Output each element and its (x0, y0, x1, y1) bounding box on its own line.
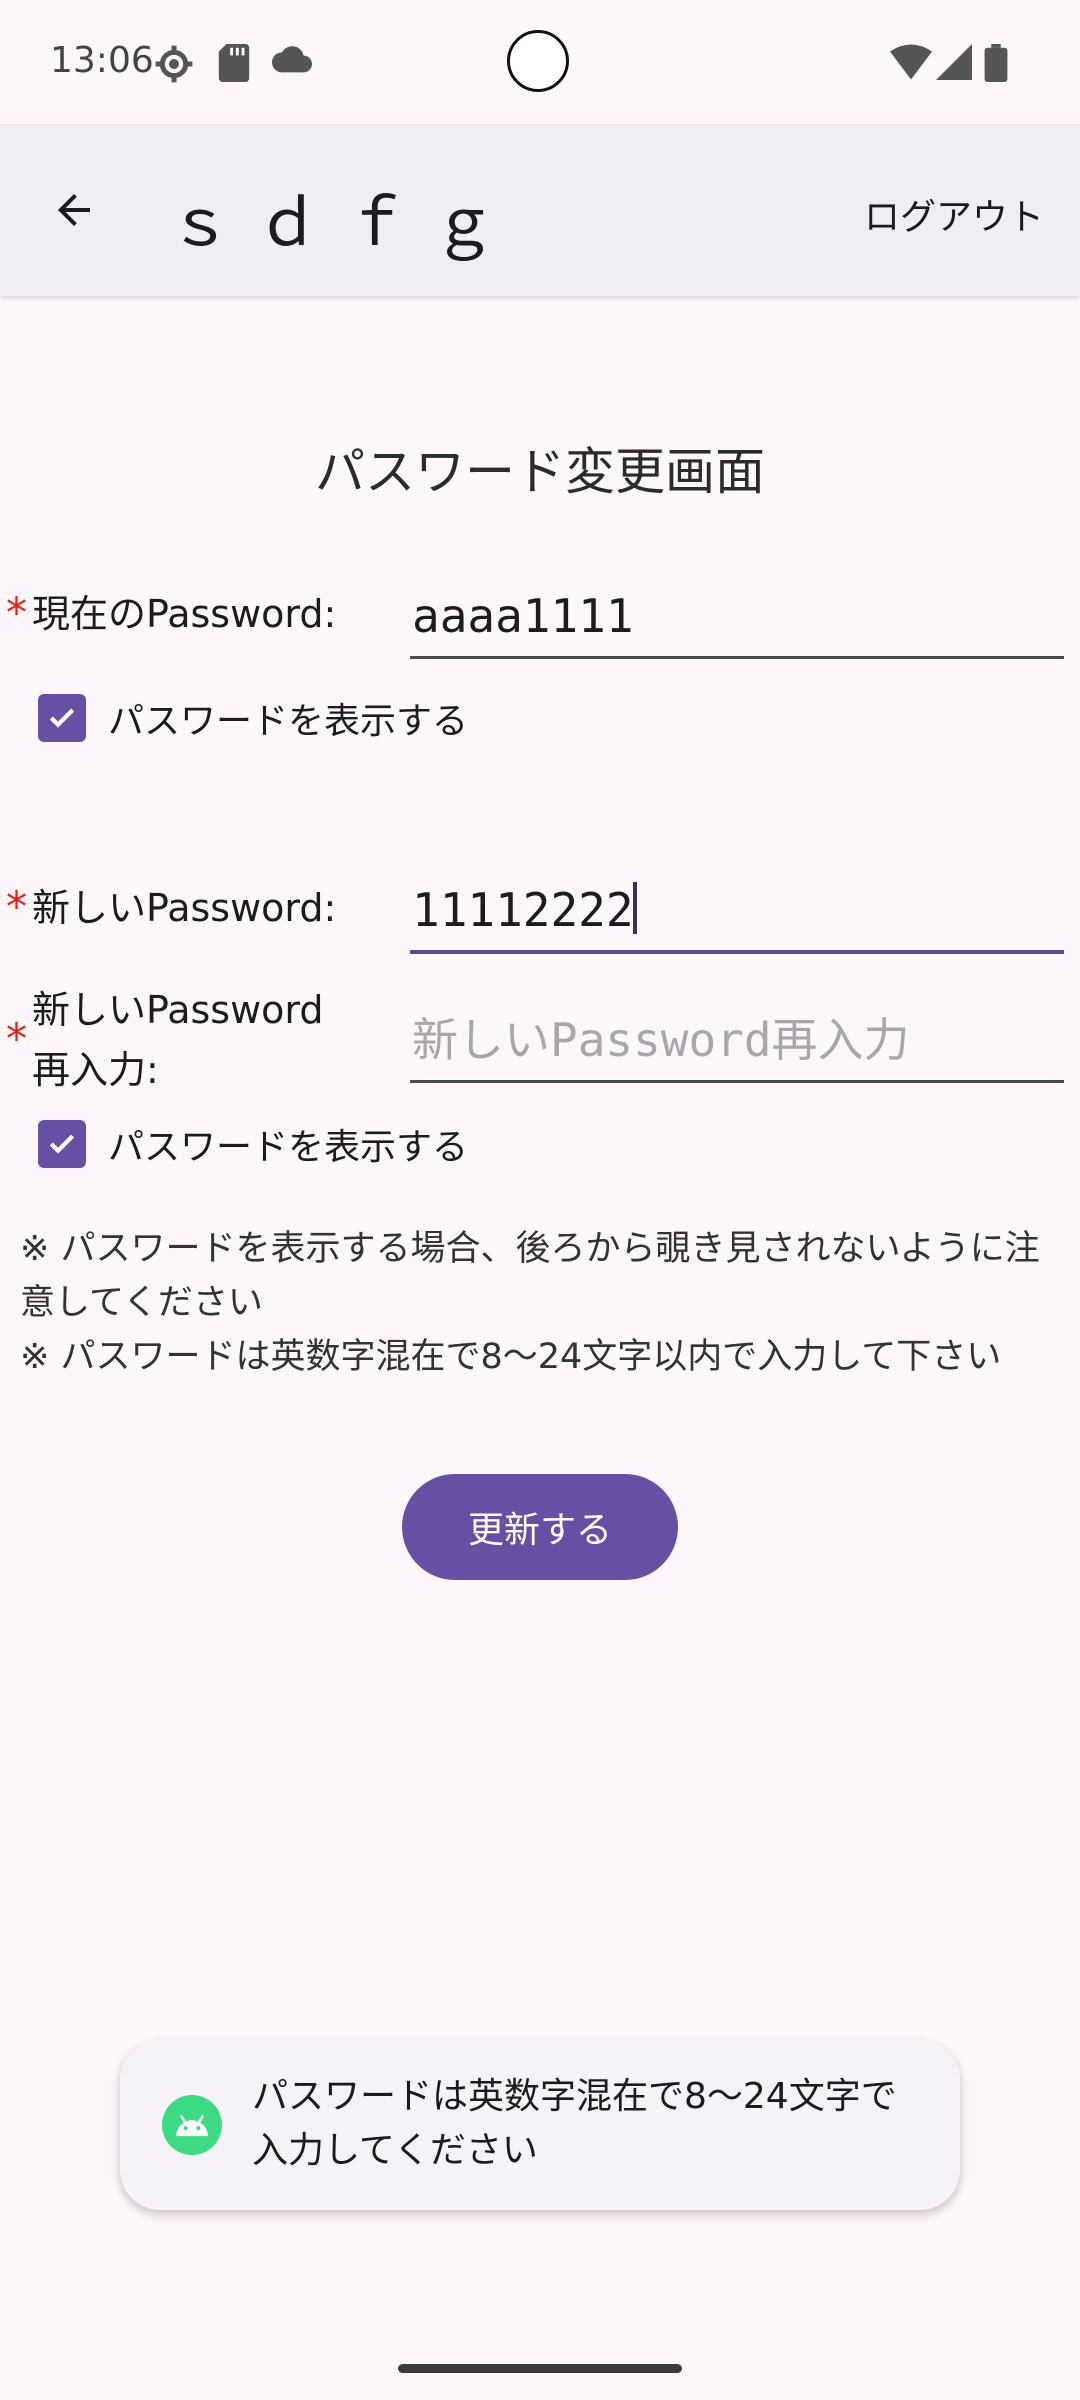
current-password-input[interactable] (410, 576, 1064, 656)
back-button[interactable] (32, 168, 116, 252)
settings-gear-icon (155, 45, 193, 83)
required-mark: * (6, 588, 27, 637)
confirm-password-input[interactable] (410, 1000, 1064, 1080)
cloud-icon (272, 46, 312, 73)
android-icon (162, 2095, 222, 2155)
wifi-icon (890, 44, 932, 80)
status-bar: 13:06 (0, 0, 1080, 124)
camera-cutout (507, 30, 569, 92)
toast-message: パスワードは英数字混在で8〜24文字で入力してください (252, 2076, 897, 2171)
checkbox-checked-icon[interactable] (38, 694, 86, 742)
show-password-label: パスワードを表示する (108, 1127, 469, 1168)
cellular-signal-icon (936, 44, 972, 80)
new-password-label: 新しいPassword: (32, 886, 337, 930)
current-password-field[interactable] (410, 576, 1064, 659)
confirm-password-label-line1: 新しいPassword (32, 988, 324, 1032)
confirm-password-label: 新しいPassword 再入力: (32, 980, 324, 1100)
required-mark: * (6, 882, 27, 931)
page-title: パスワード変更画面 (315, 443, 765, 501)
new-password-input[interactable] (410, 870, 1064, 950)
note-item: ※ パスワードを表示する場合、後ろから覗き見されないように注意してください (20, 1229, 1040, 1323)
home-indicator[interactable] (398, 2364, 682, 2373)
toast: パスワードは英数字混在で8〜24文字で入力してください (120, 2040, 960, 2210)
note-item: ※ パスワードは英数字混在で8〜24文字以内で入力して下さい (20, 1337, 1002, 1377)
arrow-back-icon (58, 194, 90, 226)
confirm-password-field[interactable] (410, 1000, 1064, 1083)
text-cursor (633, 882, 637, 934)
show-password-label: パスワードを表示する (108, 701, 469, 742)
new-password-field[interactable] (410, 870, 1064, 954)
required-mark: * (6, 1014, 27, 1063)
sd-card-icon (218, 44, 250, 82)
app-bar: ｓｄｆｇ ログアウト (0, 124, 1080, 296)
app-title: ｓｄｆｇ (168, 187, 520, 261)
current-password-label: 現在のPassword: (32, 592, 337, 636)
battery-icon (984, 44, 1008, 82)
update-button[interactable]: 更新する (402, 1474, 678, 1580)
show-password-checkbox-1[interactable]: パスワードを表示する (38, 690, 468, 746)
confirm-password-label-line2: 再入力: (32, 1048, 159, 1092)
notes: ※ パスワードを表示する場合、後ろから覗き見されないように注意してください ※ … (20, 1222, 1070, 1384)
status-time: 13:06 (50, 40, 154, 81)
checkbox-checked-icon[interactable] (38, 1120, 86, 1168)
show-password-checkbox-2[interactable]: パスワードを表示する (38, 1116, 468, 1172)
logout-button[interactable]: ログアウト (864, 188, 1044, 240)
